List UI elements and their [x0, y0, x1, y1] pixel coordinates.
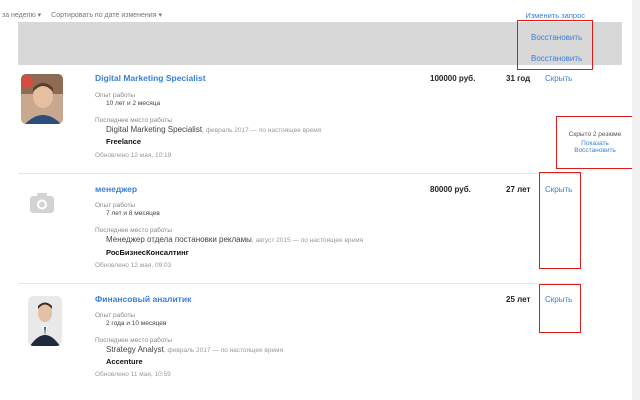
period-filter[interactable]: за неделю — [2, 12, 36, 19]
experience-label: Опыт работы — [95, 92, 136, 99]
age: 25 лет — [506, 295, 531, 304]
divider — [18, 283, 583, 284]
highlight-box-restore — [517, 20, 593, 70]
experience-label: Опыт работы — [95, 312, 136, 319]
sort-toolbar: за неделю ▾ Сортировать по дате изменени… — [2, 12, 162, 19]
highlight-box-hide — [539, 172, 581, 269]
avatar[interactable] — [21, 181, 63, 231]
vertical-scrollbar[interactable] — [632, 0, 640, 400]
company: Freelance — [106, 137, 142, 146]
last-job-period: , февраль 2017 — по настоящее время — [202, 127, 322, 134]
last-job-period: , август 2015 — по настоящее время — [251, 237, 364, 244]
last-job-title: Менеджер отдела постановки рекламы — [106, 235, 252, 244]
avatar[interactable] — [28, 296, 62, 346]
divider — [18, 173, 583, 174]
resume-title[interactable]: Digital Marketing Specialist — [95, 73, 206, 83]
last-job-label: Последнее место работы — [95, 227, 172, 234]
resume-title[interactable]: менеджер — [95, 184, 137, 194]
photo-man-suit — [28, 296, 62, 346]
company: РосБизнесКонсалтинг — [106, 248, 189, 257]
photo-man-beard — [21, 74, 63, 124]
last-job-label: Последнее место работы — [95, 117, 172, 124]
resume-title[interactable]: Финансовый аналитик — [95, 294, 191, 304]
last-job-label: Последнее место работы — [95, 337, 172, 344]
last-job-period: , февраль 2017 — по настоящее время — [163, 347, 284, 354]
experience-value: 10 лет и 2 месяца — [106, 100, 161, 107]
last-job-title: Strategy Analyst — [106, 345, 164, 354]
change-query-link[interactable]: Изменить запрос — [525, 11, 585, 20]
last-job: Digital Marketing Specialist, февраль 20… — [106, 125, 321, 134]
camera-placeholder-icon — [30, 193, 54, 213]
highlight-box-hide — [539, 284, 581, 333]
updated: Обновлено 12 мая, 09:03 — [95, 262, 172, 269]
experience-label: Опыт работы — [95, 202, 136, 209]
experience-value: 7 лет и 8 месяцев — [106, 210, 160, 217]
salary: 100000 руб. — [430, 74, 476, 83]
experience-value: 2 года и 10 месяцев — [106, 320, 167, 327]
updated: Обновлено 11 мая, 10:59 — [95, 371, 171, 378]
age: 31 год — [506, 74, 531, 83]
highlight-box-panel — [556, 116, 634, 169]
company: Accenture — [106, 357, 143, 366]
updated: Обновлено 12 мая, 10:19 — [95, 152, 172, 159]
age: 27 лет — [506, 185, 531, 194]
avatar[interactable] — [21, 74, 63, 124]
last-job: Менеджер отдела постановки рекламы, авгу… — [106, 235, 363, 244]
hide-link[interactable]: Скрыть — [545, 74, 572, 83]
sort-selector[interactable]: Сортировать по дате изменения — [51, 12, 156, 19]
salary: 80000 руб. — [430, 185, 471, 194]
last-job-title: Digital Marketing Specialist — [106, 125, 203, 134]
last-job: Strategy Analyst, февраль 2017 — по наст… — [106, 345, 283, 354]
